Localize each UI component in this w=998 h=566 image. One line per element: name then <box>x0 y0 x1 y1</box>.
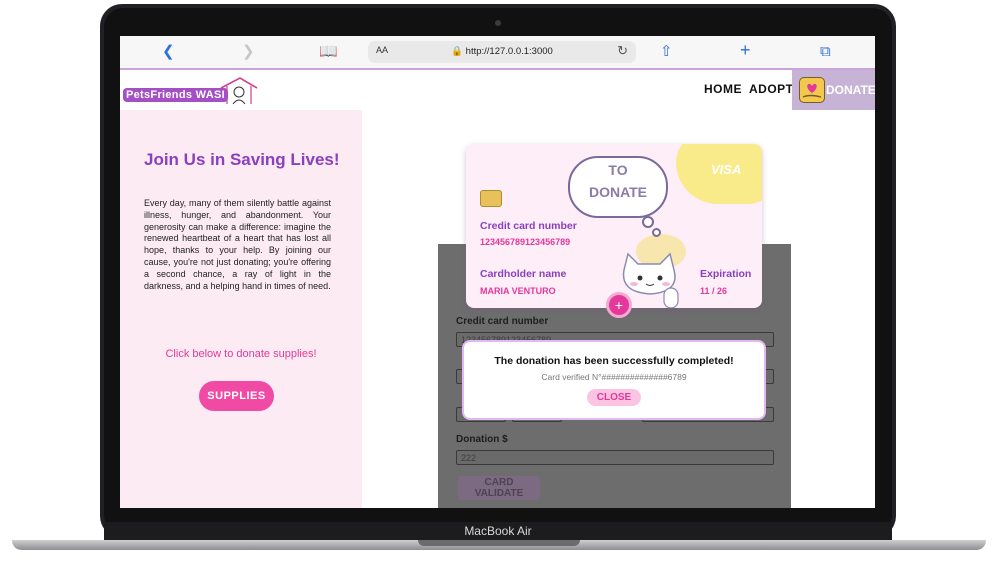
tabs-icon[interactable]: ⧉ <box>820 42 831 62</box>
donate-heart-hand-icon <box>799 77 825 103</box>
url-text: 🔒 http://127.0.0.1:3000 <box>368 46 636 57</box>
site-nav: PetsFriends WASI HOME ADOPT DONATE <box>120 68 875 112</box>
back-icon[interactable]: ❮ <box>162 42 175 62</box>
to-donate-cloud: TO DONATE <box>568 156 668 218</box>
laptop-notch <box>418 540 580 546</box>
site-logo[interactable]: PetsFriends WASI <box>123 76 273 106</box>
thought-bubble <box>652 228 661 237</box>
supplies-button[interactable]: SUPPLIES <box>199 381 274 411</box>
share-icon[interactable]: ⇧ <box>660 42 673 62</box>
donate-label: DONATE <box>826 83 875 97</box>
success-modal: The donation has been successfully compl… <box>464 342 764 418</box>
modal-title: The donation has been successfully compl… <box>494 355 734 367</box>
address-bar[interactable]: AA 🔒 http://127.0.0.1:3000 ↻ <box>368 41 636 63</box>
donation-amount-label: Donation $ <box>456 434 508 445</box>
nav-donate-link[interactable]: DONATE <box>792 70 875 110</box>
page-title: Join Us in Saving Lives! <box>144 150 340 169</box>
thought-bubble <box>642 216 654 228</box>
device-label: MacBook Air <box>464 524 532 538</box>
donation-amount-input[interactable] <box>456 450 774 465</box>
lock-icon: 🔒 <box>451 46 464 57</box>
modal-subtitle: Card verified N°##############6789 <box>541 372 687 382</box>
modal-close-button[interactable]: CLOSE <box>587 389 641 406</box>
screen: ❮ ❯ 📖 AA 🔒 http://127.0.0.1:3000 ↻ ⇧ + ⧉… <box>120 36 875 508</box>
url-value: http://127.0.0.1:3000 <box>465 46 553 57</box>
new-tab-icon[interactable]: + <box>740 40 751 60</box>
bookmarks-icon[interactable]: 📖 <box>319 42 338 62</box>
expiration-label: Expiration <box>700 268 752 280</box>
card-number-value: 1234567891234567​89 <box>480 237 571 247</box>
card-brand: VISA <box>711 162 742 177</box>
right-panel: Credit card number Donation $ CARD VALID… <box>362 110 875 508</box>
nav-adopt-link[interactable]: ADOPT <box>749 82 794 96</box>
expiration-value: 11 / 26 <box>700 286 728 296</box>
supplies-cta: Click below to donate supplies! <box>165 348 317 360</box>
camera-icon <box>495 20 501 26</box>
card-validate-button[interactable]: CARD VALIDATE <box>458 476 540 500</box>
left-panel: Join Us in Saving Lives! Every day, many… <box>120 110 362 508</box>
browser-toolbar: ❮ ❯ 📖 AA 🔒 http://127.0.0.1:3000 ↻ ⇧ + ⧉ <box>120 36 875 69</box>
laptop-chin: MacBook Air <box>104 522 892 540</box>
forward-icon[interactable]: ❯ <box>242 42 255 62</box>
nav-home-link[interactable]: HOME <box>704 82 742 96</box>
cloud-line-2: DONATE <box>588 184 648 200</box>
logo-text: PetsFriends WASI <box>123 88 228 102</box>
reload-icon[interactable]: ↻ <box>617 43 628 59</box>
credit-card-preview: TO DONATE VISA Credit card number 123456… <box>466 144 762 308</box>
cardholder-value: MARIA VENTURO <box>480 286 556 296</box>
cloud-line-1: TO <box>608 162 628 178</box>
form-card-number-label: Credit card number <box>456 316 549 327</box>
add-card-button[interactable]: + <box>606 292 632 318</box>
card-number-label: Credit card number <box>480 220 577 232</box>
card-chip-icon <box>480 190 502 207</box>
intro-paragraph: Every day, many of them silently battle … <box>144 198 331 291</box>
cardholder-label: Cardholder name <box>480 268 567 280</box>
